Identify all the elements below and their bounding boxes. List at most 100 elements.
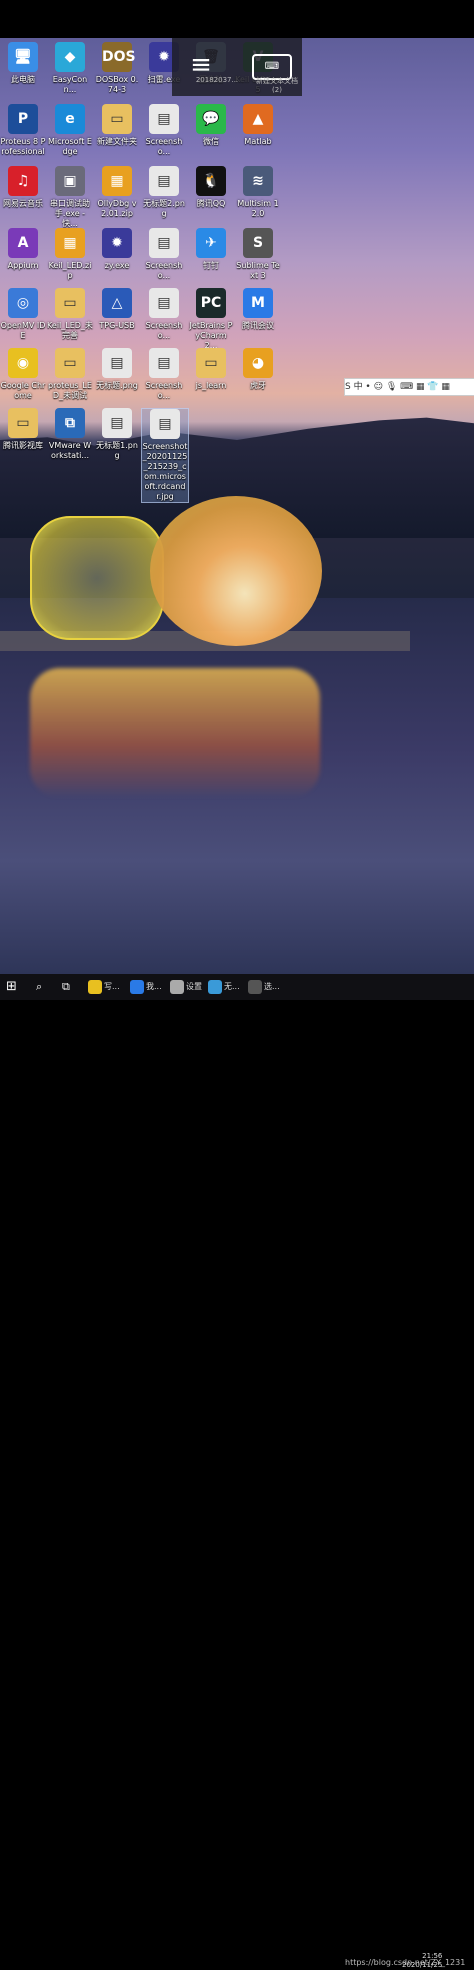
desktop-icon[interactable]: ▣ 串口调试助手.exe - 快... — [47, 166, 93, 229]
desktop-icon-label: 虎牙 — [250, 381, 266, 390]
taskbar-app-label: 我... — [146, 982, 162, 991]
desktop-icon[interactable]: ▭ 新建文件夹 — [94, 104, 140, 147]
taskbar-app[interactable]: 我... — [130, 977, 162, 997]
app-icon: ✈ — [196, 228, 226, 258]
desktop-icon[interactable]: ▲ Matlab — [235, 104, 281, 147]
desktop-icon-label: Screenshot_20201125_215239_com.microsoft… — [142, 442, 188, 501]
desktop-icon[interactable]: P Proteus 8 Professional — [0, 104, 46, 157]
desktop-icon[interactable]: ◉ Google Chrome — [0, 348, 46, 401]
desktop-icon[interactable]: ▦ OllyDbg v2.01.zip — [94, 166, 140, 219]
taskbar-app-icon — [130, 979, 144, 994]
app-icon: ▤ — [149, 166, 179, 196]
app-icon: ◕ — [243, 348, 273, 378]
app-icon: △ — [102, 288, 132, 318]
taskbar-app[interactable]: 写... — [88, 977, 120, 997]
app-icon: ▤ — [149, 228, 179, 258]
app-icon: ▦ — [55, 228, 85, 258]
desktop-icon-label: 腾讯影视库 — [3, 441, 43, 450]
ime-toolbar[interactable]: S 中 • ☺ 🎙 ⌨ ▦ 👕 ▦ — [344, 378, 474, 396]
taskbar-app-icon — [248, 979, 262, 994]
topbar-file-label: 20182037... — [195, 76, 239, 84]
desktop-icon[interactable]: ⧉ VMware Workstati... — [47, 408, 93, 461]
app-icon: 🖥 — [8, 42, 38, 72]
desktop-icon-label: 钉钉 — [203, 261, 219, 270]
desktop-icon[interactable]: ≋ Multisim 12.0 — [235, 166, 281, 219]
taskbar-app[interactable]: 无... — [208, 977, 240, 997]
desktop-icon[interactable]: ▤ 无标题1.png — [94, 408, 140, 461]
desktop-icon[interactable]: ◎ OpenMV IDE — [0, 288, 46, 341]
taskbar-app-icon — [208, 979, 222, 994]
desktop-icon[interactable]: 💬 微信 — [188, 104, 234, 147]
app-icon: ▲ — [243, 104, 273, 134]
clock-time: 21:56 — [422, 1952, 443, 1960]
app-icon: ▤ — [149, 348, 179, 378]
desktop-icon-label: 无标题.png — [96, 381, 138, 390]
desktop-icon[interactable]: △ TPG-USB — [94, 288, 140, 331]
clock-date: 2020/11/25 — [402, 1961, 443, 1969]
app-icon: A — [8, 228, 38, 258]
desktop-icon[interactable]: ▤ Screensho... — [141, 348, 187, 401]
taskbar-app-icon — [88, 979, 102, 994]
desktop-icon[interactable]: ▭ 腾讯影视库 — [0, 408, 46, 451]
desktop-icon[interactable]: ▤ Screenshot_20201125_215239_com.microsof… — [141, 408, 189, 503]
app-icon: ♫ — [8, 166, 38, 196]
bubble-reflection — [30, 668, 320, 798]
desktop-icon[interactable]: ✹ zy.exe — [94, 228, 140, 271]
desktop-icon-label: 腾讯QQ — [196, 199, 226, 208]
desktop-icon[interactable]: ◕ 虎牙 — [235, 348, 281, 391]
desktop-icon[interactable]: ✈ 钉钉 — [188, 228, 234, 271]
search-icon[interactable]: ⌕ — [36, 977, 42, 997]
desktop-icon[interactable]: ▦ Keil_LED.zip — [47, 228, 93, 281]
desktop-icon[interactable]: DOS DOSBox 0.74-3 — [94, 42, 140, 95]
app-icon: ▭ — [102, 104, 132, 134]
desktop-icon[interactable]: S Sublime Text 3 — [235, 228, 281, 281]
topbar-file-label: 新建文本文档(2) — [256, 77, 298, 94]
desktop-icon-label: EasyConn... — [52, 75, 88, 94]
desktop-icon[interactable]: ♫ 网易云音乐 — [0, 166, 46, 209]
clock[interactable]: 21:56 2020/11/25 — [402, 1952, 442, 1970]
desktop-icon[interactable]: ▤ Screensho... — [141, 288, 187, 341]
desktop-icon-label: zy.exe — [104, 261, 130, 270]
desktop-icon[interactable]: ▭ js_learn — [188, 348, 234, 391]
desktop-icon[interactable]: PC JetBrains PyCharm 2... — [188, 288, 234, 351]
desktop-icon[interactable]: e Microsoft Edge — [47, 104, 93, 157]
desktop-icon-label: OllyDbg v2.01.zip — [97, 199, 137, 218]
desktop-icon-label: Screensho... — [145, 261, 183, 280]
desktop-icon-label: VMware Workstati... — [48, 441, 92, 460]
desktop-icon[interactable]: ▤ Screensho... — [141, 104, 187, 157]
desktop-icon[interactable]: ▤ 无标题2.png — [141, 166, 187, 219]
app-icon: 💬 — [196, 104, 226, 134]
app-icon: ▦ — [102, 166, 132, 196]
taskbar-app[interactable]: 设置 — [170, 977, 202, 997]
desktop-icon-label: JetBrains PyCharm 2... — [189, 321, 233, 350]
desktop-icon-label: js_learn — [195, 381, 227, 390]
desktop-icon[interactable]: 🐧 腾讯QQ — [188, 166, 234, 209]
desktop-icon[interactable]: ▤ 无标题.png — [94, 348, 140, 391]
desktop-icon-label: Matlab — [244, 137, 272, 146]
remote-desktop-toolbar: ≡ ⌨ 20182037... 新建文本文档(2) — [172, 38, 302, 96]
app-icon: ▣ — [55, 166, 85, 196]
app-icon: P — [8, 104, 38, 134]
app-icon: ▤ — [102, 408, 132, 438]
desktop-icon[interactable]: ▭ proteus_LED_未调试 — [47, 348, 93, 401]
task-view-icon[interactable]: ⧉ — [62, 977, 70, 997]
desktop-icon[interactable]: A Appium — [0, 228, 46, 271]
desktop-icon[interactable]: ▤ Screensho... — [141, 228, 187, 281]
taskbar-app-label: 设置 — [186, 982, 202, 991]
app-icon: 🐧 — [196, 166, 226, 196]
app-icon: ◎ — [8, 288, 38, 318]
app-icon: ◆ — [55, 42, 85, 72]
tunnel-bubble — [30, 516, 164, 640]
desktop-icon[interactable]: M 腾讯会议 — [235, 288, 281, 331]
start-button[interactable]: ⊞ — [6, 977, 17, 997]
app-icon: ▭ — [196, 348, 226, 378]
app-icon: ⧉ — [55, 408, 85, 438]
desktop-icon[interactable]: 🖥 此电脑 — [0, 42, 46, 85]
desktop-icon-label: 串口调试助手.exe - 快... — [50, 199, 90, 228]
desktop-icon[interactable]: ▭ Keil_LED_未完善 — [47, 288, 93, 341]
app-icon: ▭ — [55, 288, 85, 318]
desktop-icon[interactable]: ◆ EasyConn... — [47, 42, 93, 95]
app-icon: ▤ — [149, 104, 179, 134]
taskbar-app[interactable]: 选... — [248, 977, 280, 997]
taskbar-app-label: 写... — [104, 982, 120, 991]
